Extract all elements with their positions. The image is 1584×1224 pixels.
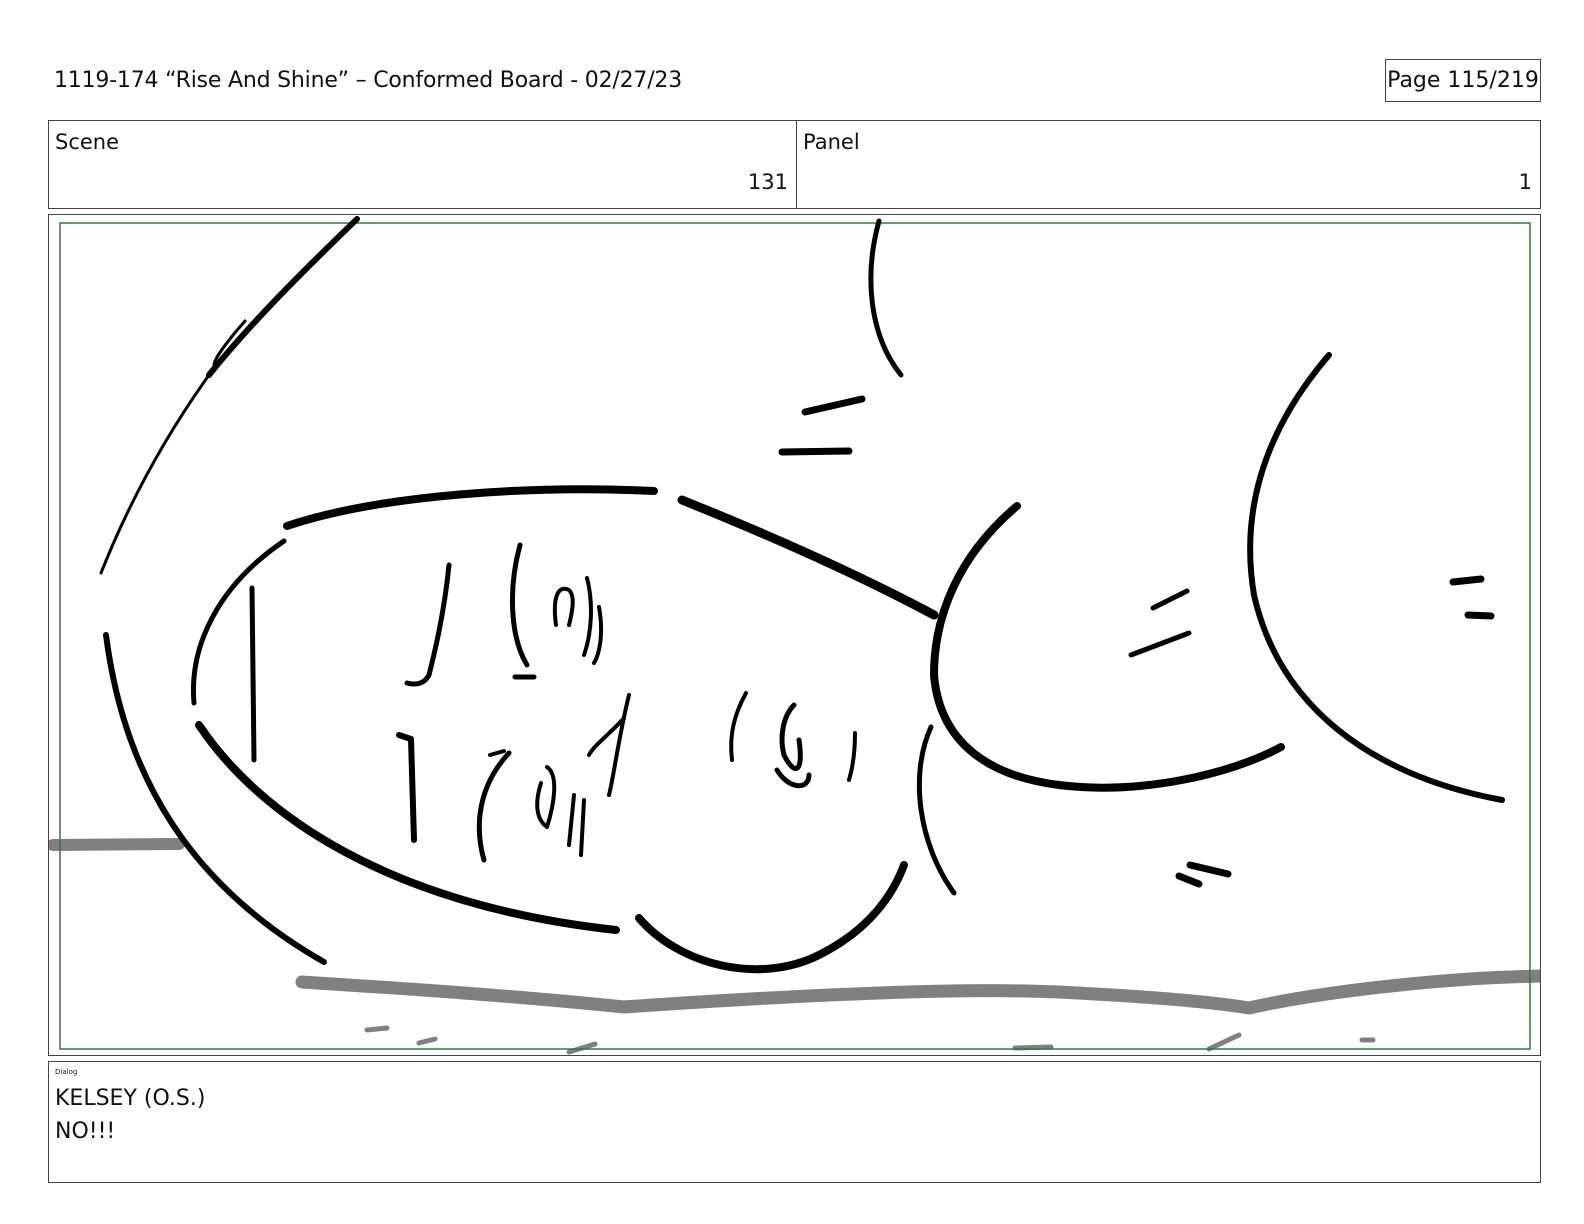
storyboard-frame — [48, 214, 1541, 1056]
dialog-line: NO!!! — [55, 1119, 116, 1144]
dialog-character: KELSEY (O.S.) — [55, 1086, 206, 1111]
character-sketch — [99, 216, 1505, 974]
scene-cell: Scene 131 — [49, 121, 797, 208]
scene-label: Scene — [55, 130, 120, 154]
scene-panel-bar: Scene 131 Panel 1 — [48, 120, 1541, 209]
shadow-strokes — [49, 838, 1540, 1055]
panel-cell: Panel 1 — [797, 121, 1540, 208]
scene-number: 131 — [747, 170, 788, 194]
safe-area-border — [59, 222, 1531, 1050]
board-title: 1119-174 “Rise And Shine” – Conformed Bo… — [54, 68, 682, 93]
storyboard-sketch — [49, 216, 1540, 1055]
page-number: Page 115/219 — [1385, 59, 1541, 102]
panel-number: 1 — [1518, 170, 1532, 194]
dialog-section-label: Dialog — [55, 1068, 78, 1076]
panel-label: Panel — [803, 130, 860, 154]
dialog-box: Dialog KELSEY (O.S.) NO!!! — [48, 1061, 1541, 1183]
